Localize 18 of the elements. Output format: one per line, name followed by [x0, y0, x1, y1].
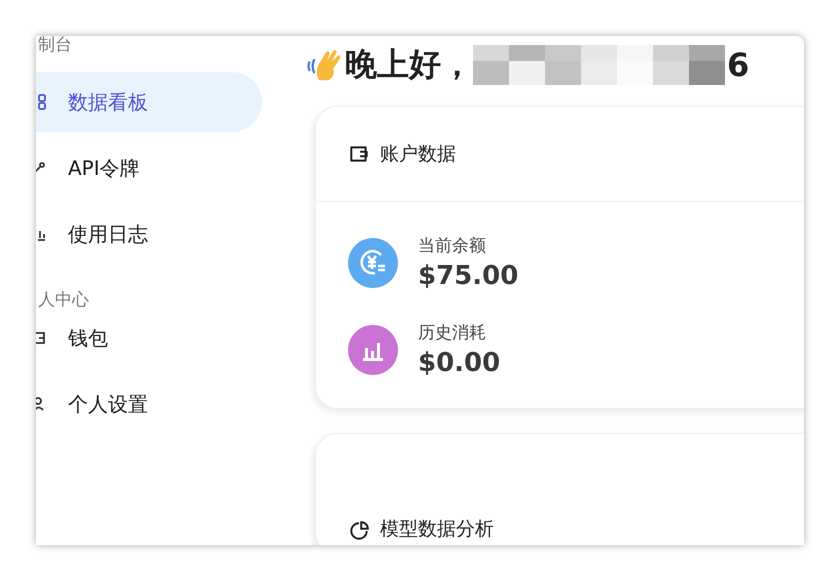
- sidebar-section-title: 人中心: [38, 289, 89, 308]
- stat-value: $0.00: [418, 348, 500, 378]
- sidebar-item[interactable]: 个人设置: [36, 374, 262, 434]
- name-fragment: 6: [727, 46, 750, 84]
- sidebar-section-title: 制台: [38, 36, 72, 57]
- stat-label: 历史消耗: [418, 322, 487, 344]
- greeting-text: 晚上好，: [345, 44, 473, 85]
- sidebar-item[interactable]: 数据看板: [36, 72, 262, 132]
- card-title: 模型数据分析: [380, 517, 494, 542]
- sidebar-item[interactable]: 钱包: [36, 308, 262, 368]
- pie-chart-icon: [348, 520, 370, 542]
- bar-chart-icon: [348, 324, 398, 374]
- stat-label: 当前余额: [418, 235, 487, 257]
- sidebar-item[interactable]: API令牌: [36, 138, 262, 198]
- sidebar-item[interactable]: 使用日志: [36, 204, 262, 264]
- currency-exchange-icon: [348, 238, 398, 288]
- stat-value: $75.00: [418, 261, 518, 291]
- card-title: 账户数据: [380, 142, 456, 167]
